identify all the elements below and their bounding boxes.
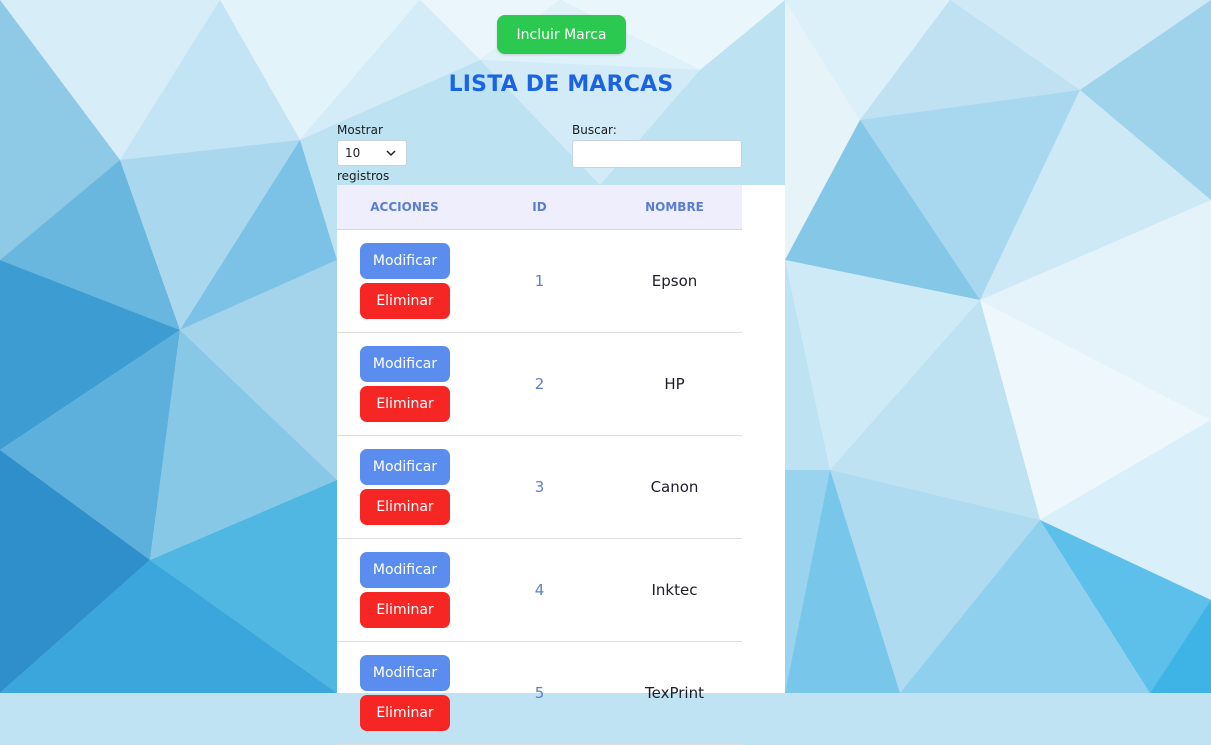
table-row: Modificar Eliminar 5 TexPrint: [337, 642, 742, 745]
cell-nombre: Epson: [651, 272, 698, 290]
search-input[interactable]: [572, 140, 742, 168]
delete-button[interactable]: Eliminar: [360, 695, 450, 731]
delete-button[interactable]: Eliminar: [360, 386, 450, 422]
cell-id: 1: [534, 272, 545, 290]
delete-button[interactable]: Eliminar: [360, 592, 450, 628]
cell-id: 2: [534, 375, 545, 393]
modify-button[interactable]: Modificar: [360, 449, 450, 485]
table-row: Modificar Eliminar 3 Canon: [337, 436, 742, 539]
table-header: ACCIONES ID NOMBRE: [337, 185, 742, 230]
delete-button[interactable]: Eliminar: [360, 489, 450, 525]
add-brand-button[interactable]: Incluir Marca: [497, 15, 626, 54]
show-label: Mostrar: [337, 123, 383, 137]
cell-id: 3: [534, 478, 545, 496]
table-row: Modificar Eliminar 4 Inktec: [337, 539, 742, 642]
page-title: LISTA DE MARCAS: [448, 72, 674, 97]
modify-button[interactable]: Modificar: [360, 552, 450, 588]
modify-button[interactable]: Modificar: [360, 655, 450, 691]
page-size-value: 10: [345, 146, 361, 160]
page-size-select[interactable]: 10: [337, 140, 407, 166]
table-row: Modificar Eliminar 1 Epson: [337, 230, 742, 333]
column-header-nombre[interactable]: NOMBRE: [607, 185, 742, 229]
records-label: registros: [337, 169, 390, 183]
cell-id: 5: [534, 684, 545, 702]
delete-button[interactable]: Eliminar: [360, 283, 450, 319]
modify-button[interactable]: Modificar: [360, 346, 450, 382]
search-label: Buscar:: [572, 123, 617, 137]
cell-nombre: TexPrint: [645, 684, 704, 702]
cell-nombre: Inktec: [651, 581, 698, 599]
cell-nombre: HP: [664, 375, 685, 393]
cell-nombre: Canon: [650, 478, 699, 496]
modify-button[interactable]: Modificar: [360, 243, 450, 279]
cell-id: 4: [534, 581, 545, 599]
column-header-id[interactable]: ID: [472, 185, 607, 229]
table-body: Modificar Eliminar 1 Epson Modificar Eli…: [337, 230, 742, 745]
column-header-acciones[interactable]: ACCIONES: [337, 185, 472, 229]
chevron-down-icon: [386, 150, 396, 157]
table-row: Modificar Eliminar 2 HP: [337, 333, 742, 436]
